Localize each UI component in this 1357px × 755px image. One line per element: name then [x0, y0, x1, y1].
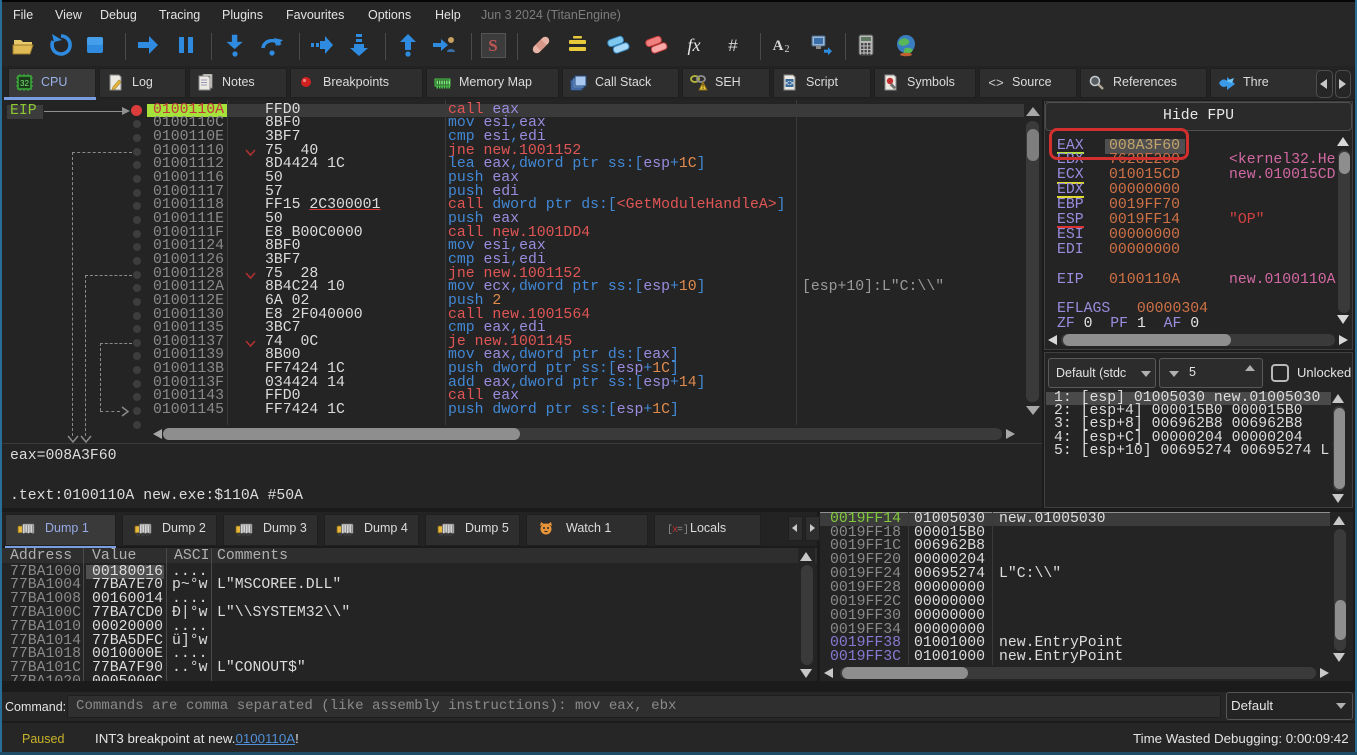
svg-text:2: 2 — [785, 44, 790, 55]
svg-text:<>: <> — [988, 76, 1004, 91]
svg-text:A: A — [773, 38, 784, 54]
svg-text:!: ! — [702, 84, 704, 91]
svg-text:fx: fx — [688, 35, 701, 55]
svg-text:32: 32 — [20, 79, 29, 88]
svg-text:<>: <> — [785, 81, 793, 88]
svg-text:#: # — [728, 36, 738, 55]
svg-text:S: S — [488, 36, 497, 55]
svg-text:=]: =] — [677, 524, 688, 536]
